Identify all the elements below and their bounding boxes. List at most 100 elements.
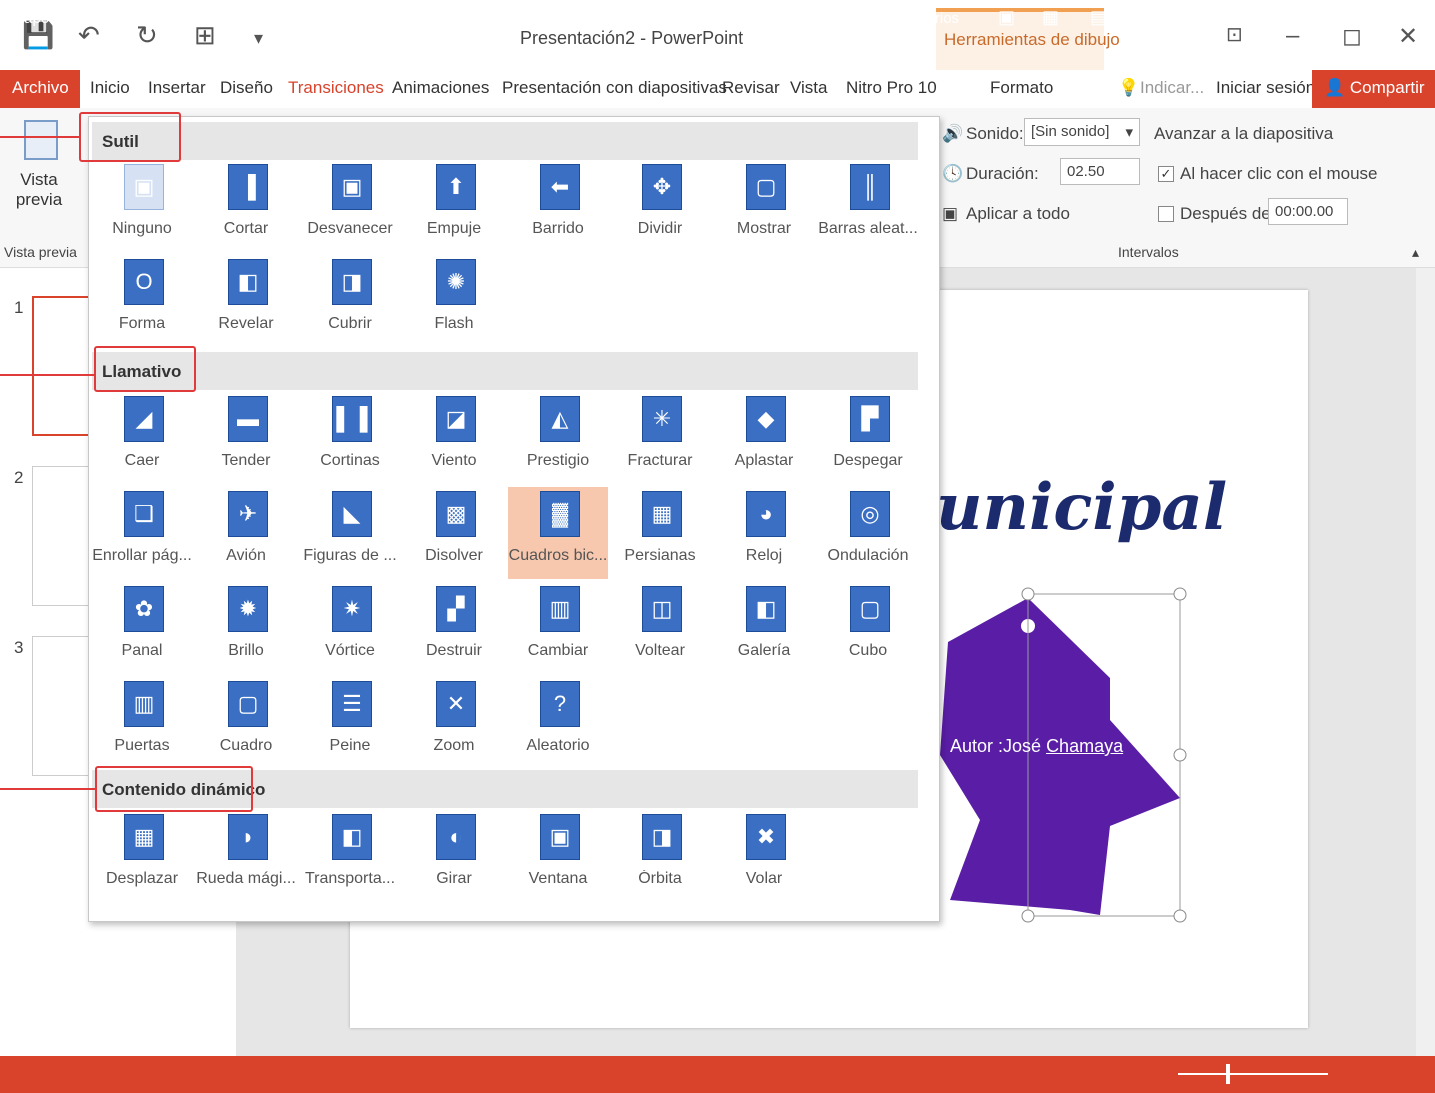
transition-label: Caer: [124, 452, 160, 469]
transition-item[interactable]: ◧ Transporta...: [300, 810, 400, 902]
transition-item[interactable]: ◣ Figuras de ...: [300, 487, 400, 579]
transition-item[interactable]: ◆ Aplastar: [714, 392, 814, 484]
transition-item[interactable]: ▢ Mostrar: [714, 160, 814, 252]
transition-item[interactable]: ✈ Avión: [196, 487, 296, 579]
tab-view[interactable]: Vista: [790, 78, 828, 98]
tab-design[interactable]: Diseño: [220, 78, 273, 98]
preview-button[interactable]: Vista previa: [4, 120, 80, 210]
tab-review[interactable]: Revisar: [722, 78, 780, 98]
transition-item[interactable]: ◪ Viento: [404, 392, 504, 484]
reading-view-icon[interactable]: ▤: [1090, 7, 1107, 28]
transition-icon: ▐: [228, 164, 268, 210]
transition-item[interactable]: ▩ Disolver: [404, 487, 504, 579]
transition-item[interactable]: ▓ Cuadros bic...: [508, 487, 608, 579]
after-checkbox[interactable]: [1158, 206, 1174, 222]
transition-item[interactable]: ⬆ Empuje: [404, 160, 504, 252]
transition-item[interactable]: ▢ Cuadro: [196, 677, 296, 769]
collapse-ribbon-icon[interactable]: ▴: [1412, 244, 1419, 261]
duration-spinner[interactable]: 02.50: [1060, 158, 1140, 185]
transition-icon: ◧: [746, 586, 786, 632]
transition-item[interactable]: ▌▐ Cortinas: [300, 392, 400, 484]
transition-item[interactable]: ║ Barras aleat...: [818, 160, 918, 252]
transition-item[interactable]: ◎ Ondulación: [818, 487, 918, 579]
transition-item[interactable]: ▣ Ninguno: [92, 160, 192, 252]
tab-format[interactable]: Formato: [990, 78, 1053, 98]
ribbon-options-icon[interactable]: ⊡: [1226, 22, 1243, 47]
author-link[interactable]: Chamaya: [1046, 736, 1123, 756]
transition-item[interactable]: ▣ Desvanecer: [300, 160, 400, 252]
transition-item[interactable]: ◨ Cubrir: [300, 255, 400, 347]
transition-item[interactable]: ◧ Revelar: [196, 255, 296, 347]
tell-me-input[interactable]: Indicar...: [1140, 78, 1204, 98]
after-spinner[interactable]: 00:00.00: [1268, 198, 1348, 225]
transition-item[interactable]: ✿ Panal: [92, 582, 192, 674]
transition-item[interactable]: ▞ Destruir: [404, 582, 504, 674]
tab-nitro[interactable]: Nitro Pro 10: [846, 78, 937, 98]
zoom-slider[interactable]: [1178, 1073, 1328, 1075]
transition-item[interactable]: ▣ Ventana: [508, 810, 608, 902]
transition-item[interactable]: ▦ Desplazar: [92, 810, 192, 902]
on-click-checkbox[interactable]: ✓: [1158, 166, 1174, 182]
transition-label: Disolver: [425, 547, 483, 564]
slide-thumbnail-2[interactable]: [32, 466, 92, 606]
tab-insert[interactable]: Insertar: [148, 78, 206, 98]
transition-item[interactable]: ▛ Despegar: [818, 392, 918, 484]
transition-item[interactable]: ? Aleatorio: [508, 677, 608, 769]
normal-view-icon[interactable]: ▣: [998, 7, 1015, 28]
transition-item[interactable]: ◗ Rueda mági...: [196, 810, 296, 902]
transition-item[interactable]: ▢ Cubo: [818, 582, 918, 674]
minimize-button[interactable]: –: [1286, 22, 1299, 50]
transition-item[interactable]: ✺ Flash: [404, 255, 504, 347]
customize-toolbar-icon[interactable]: ▾: [254, 28, 263, 49]
callout-box-subtle: [79, 112, 181, 162]
slide-count-status[interactable]: Diapositiva 1 de 3: [10, 10, 129, 27]
sign-in-link[interactable]: Iniciar sesión: [1216, 78, 1315, 98]
slide-title-text[interactable]: unicipal: [936, 470, 1227, 545]
transition-item[interactable]: ▥ Cambiar: [508, 582, 608, 674]
transition-item[interactable]: ✕ Zoom: [404, 677, 504, 769]
transition-item[interactable]: ❑ Enrollar pág...: [92, 487, 192, 579]
slide-thumbnail-1[interactable]: [32, 296, 92, 436]
transition-item[interactable]: ◫ Voltear: [610, 582, 710, 674]
share-button[interactable]: 👤 Compartir: [1312, 70, 1435, 108]
tell-me-icon[interactable]: 💡: [1118, 78, 1139, 98]
transition-item[interactable]: ☰ Peine: [300, 677, 400, 769]
slideshow-icon[interactable]: ▼: [1138, 7, 1156, 28]
transition-icon: ▦: [642, 491, 682, 537]
transition-item[interactable]: ◨ Órbita: [610, 810, 710, 902]
close-button[interactable]: ✕: [1398, 22, 1418, 51]
transition-item[interactable]: ◢ Caer: [92, 392, 192, 484]
zoom-level[interactable]: 66 %: [1350, 10, 1384, 27]
transition-item[interactable]: ✷ Vórtice: [300, 582, 400, 674]
tab-slideshow[interactable]: Presentación con diapositivas: [502, 78, 727, 98]
transition-item[interactable]: ⬅ Barrido: [508, 160, 608, 252]
transition-item[interactable]: ✳ Fracturar: [610, 392, 710, 484]
zoom-slider-thumb[interactable]: [1226, 1064, 1230, 1084]
transition-item[interactable]: ◧ Galería: [714, 582, 814, 674]
apply-all-button[interactable]: Aplicar a todo: [966, 204, 1070, 224]
transition-item[interactable]: O Forma: [92, 255, 192, 347]
author-text[interactable]: Autor :José Chamaya: [950, 736, 1123, 757]
transition-item[interactable]: ◭ Prestigio: [508, 392, 608, 484]
tab-animations[interactable]: Animaciones: [392, 78, 489, 98]
notes-button[interactable]: Notas: [790, 10, 829, 27]
transition-item[interactable]: ▐ Cortar: [196, 160, 296, 252]
transition-item[interactable]: ▥ Puertas: [92, 677, 192, 769]
transition-item[interactable]: ✹ Brillo: [196, 582, 296, 674]
transition-item[interactable]: ✥ Dividir: [610, 160, 710, 252]
slide-thumbnail-3[interactable]: [32, 636, 92, 776]
transition-item[interactable]: ▦ Persianas: [610, 487, 710, 579]
redo-icon[interactable]: ↻: [136, 20, 158, 51]
transition-item[interactable]: ✖ Volar: [714, 810, 814, 902]
slide-sorter-icon[interactable]: ▦: [1042, 7, 1059, 28]
tab-home[interactable]: Inicio: [90, 78, 130, 98]
comments-button[interactable]: Comentarios: [874, 10, 959, 27]
language-status[interactable]: Español (Perú): [186, 10, 286, 27]
sound-select[interactable]: [Sin sonido] ▾: [1024, 118, 1140, 146]
transition-item[interactable]: ◕ Reloj: [714, 487, 814, 579]
transition-item[interactable]: ▬ Tender: [196, 392, 296, 484]
tab-transitions[interactable]: Transiciones: [288, 78, 384, 98]
vertical-scrollbar[interactable]: [1416, 268, 1435, 1056]
transition-item[interactable]: ◐ Girar: [404, 810, 504, 902]
tab-file[interactable]: Archivo: [0, 70, 80, 108]
